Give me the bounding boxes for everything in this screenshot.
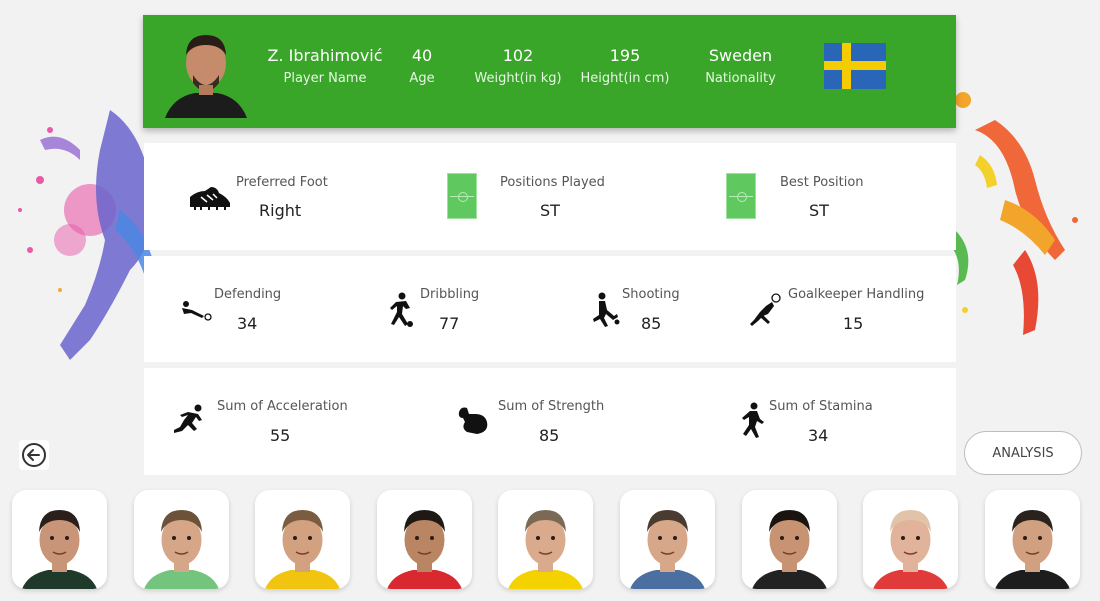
football-boot-icon (190, 187, 230, 210)
skill-label-defending: Defending (214, 287, 282, 302)
skill-value-wrap: 85 (641, 314, 661, 333)
height-value: 195 (609, 46, 641, 65)
player-face-photo (752, 510, 827, 589)
skills-panel: Defending 34 Dribbling 77 Shooting 85 Go… (144, 256, 956, 362)
skill-value-goalkeeper-handling: 15 (843, 314, 864, 333)
player-face-photo (144, 510, 219, 589)
weight-value: 102 (502, 46, 534, 65)
shooting-icon (593, 292, 620, 327)
player-thumbnail[interactable] (498, 490, 593, 589)
skill-value-wrap: 34 (237, 314, 257, 333)
strength-icon (458, 407, 488, 434)
skill-item: Defending (214, 287, 281, 302)
best-position-value: ST (809, 201, 829, 220)
preferred-foot-item: Preferred Foot (236, 175, 328, 190)
player-face-photo (630, 510, 705, 589)
skill-value-shooting: 85 (641, 314, 662, 333)
physical-attributes-panel: Sum of Acceleration 55 Sum of Strength 8… (144, 368, 956, 475)
best-position-label: Best Position (780, 175, 864, 190)
weight-label: Weight(in kg) (474, 71, 562, 86)
runner-icon (742, 402, 764, 438)
preferred-foot-value-wrap: Right (259, 201, 301, 220)
physical-label-acceleration: Sum of Acceleration (217, 399, 348, 414)
paint-splash-player-right-decoration (940, 92, 1078, 335)
positions-played-value-wrap: ST (540, 201, 560, 220)
sprint-icon (174, 404, 202, 433)
physical-value-wrap: 34 (808, 426, 828, 445)
skill-label-dribbling: Dribbling (420, 287, 480, 302)
back-button[interactable] (19, 440, 49, 470)
player-face-photo (995, 510, 1070, 589)
player-name-label: Player Name (283, 71, 367, 86)
back-arrow-circle-icon (22, 443, 46, 467)
football-pitch-icon (447, 173, 477, 219)
skill-item: Shooting (622, 287, 680, 302)
player-thumbnail[interactable] (742, 490, 837, 589)
preferred-foot-label: Preferred Foot (236, 175, 328, 190)
player-name-stat: Z. Ibrahimović Player Name (265, 46, 385, 86)
height-stat: 195 Height(in cm) (575, 46, 675, 86)
player-face-photo (265, 510, 340, 589)
physical-value-stamina: 34 (808, 426, 829, 445)
physical-value-wrap: 85 (539, 426, 559, 445)
player-profile-panel: Preferred Foot Right Positions Played ST… (144, 143, 956, 250)
player-face-photo (387, 510, 462, 589)
physical-item: Sum of Stamina (769, 399, 873, 414)
player-name: Z. Ibrahimović (267, 46, 383, 65)
skill-value-defending: 34 (237, 314, 258, 333)
player-thumbnail[interactable] (620, 490, 715, 589)
player-face-photo (873, 510, 948, 589)
skill-value-wrap: 77 (439, 314, 459, 333)
age-value: 40 (411, 46, 433, 65)
physical-item: Sum of Strength (498, 399, 604, 414)
player-thumbnail[interactable] (985, 490, 1080, 589)
height-label: Height(in cm) (580, 71, 670, 86)
skill-label-goalkeeper-handling: Goalkeeper Handling (788, 287, 925, 302)
positions-played-label: Positions Played (500, 175, 605, 190)
nationality-label: Nationality (705, 71, 776, 86)
skill-item: Goalkeeper Handling (788, 287, 924, 302)
dribble-icon (390, 292, 413, 327)
player-photo (165, 35, 247, 118)
player-thumbnail[interactable] (255, 490, 350, 589)
skill-value-wrap: 15 (843, 314, 863, 333)
skill-item: Dribbling (420, 287, 479, 302)
player-thumbnail-strip (12, 490, 1092, 590)
sweden-flag-icon (824, 43, 886, 89)
skill-value-dribbling: 77 (439, 314, 460, 333)
age-label: Age (409, 71, 435, 86)
physical-value-acceleration: 55 (270, 426, 291, 445)
analysis-button[interactable]: ANALYSIS (964, 431, 1082, 475)
weight-stat: 102 Weight(in kg) (468, 46, 568, 86)
physical-item: Sum of Acceleration (217, 399, 348, 414)
player-face-photo (22, 510, 97, 589)
nationality-value: Sweden (708, 46, 773, 65)
positions-played-item: Positions Played (500, 175, 605, 190)
player-thumbnail[interactable] (134, 490, 229, 589)
football-pitch-icon (726, 173, 756, 219)
physical-label-stamina: Sum of Stamina (769, 399, 873, 414)
best-position-value-wrap: ST (809, 201, 829, 220)
best-position-item: Best Position (780, 175, 864, 190)
physical-value-wrap: 55 (270, 426, 290, 445)
player-face-photo (508, 510, 583, 589)
tackle-icon (182, 301, 212, 321)
physical-value-strength: 85 (539, 426, 560, 445)
preferred-foot-value: Right (259, 201, 302, 220)
physical-label-strength: Sum of Strength (498, 399, 605, 414)
skill-label-shooting: Shooting (622, 287, 680, 302)
player-thumbnail[interactable] (12, 490, 107, 589)
goalkeeper-dive-icon (750, 293, 781, 326)
age-stat: 40 Age (400, 46, 444, 86)
player-header-banner: Z. Ibrahimović Player Name 40 Age 102 We… (143, 15, 956, 128)
nationality-stat: Sweden Nationality (698, 46, 783, 86)
player-thumbnail[interactable] (863, 490, 958, 589)
player-thumbnail[interactable] (377, 490, 472, 589)
positions-played-value: ST (540, 201, 560, 220)
